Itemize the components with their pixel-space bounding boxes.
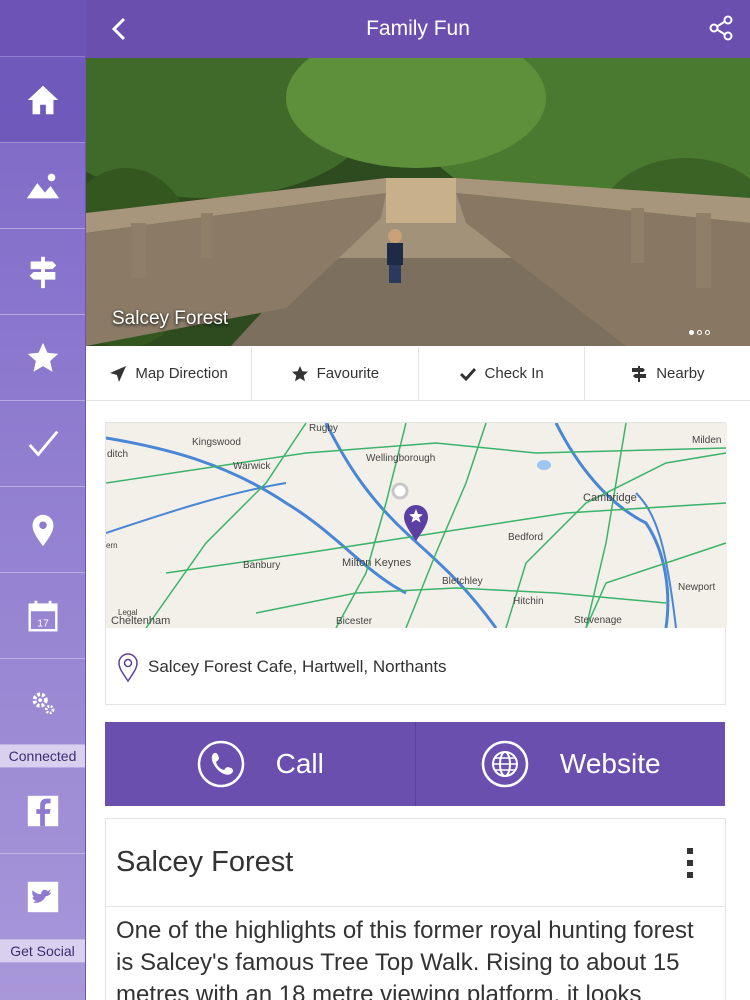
map-label: Cambridge [583,492,637,504]
connected-label: Connected [0,745,85,768]
sidebar-item-facebook[interactable] [0,768,85,854]
sidebar-item-home[interactable] [0,57,85,143]
map-pin-icon [118,653,138,683]
map-label: ern [106,541,118,550]
sidebar-item-checkin[interactable] [0,401,85,487]
sidebar-item-favourites[interactable] [0,315,85,401]
get-social-label: Get Social [0,940,85,963]
phone-icon [197,740,244,788]
map-label: Cheltenham [111,615,171,627]
more-options-icon[interactable] [685,847,695,878]
map-label: Bedford [508,532,544,543]
map-label: Newport [678,582,716,593]
nearby-label: Nearby [656,365,705,382]
signpost-icon [29,256,56,288]
place-title: Salcey Forest [116,846,294,878]
contact-buttons: Call Website [105,722,725,806]
back-icon[interactable] [106,14,134,44]
call-button[interactable]: Call [105,722,416,806]
favourite-button[interactable]: Favourite [252,347,419,400]
home-icon [27,85,58,114]
map-label: Milton Keynes [342,557,412,569]
star-icon [291,365,308,381]
description-card: Salcey Forest One of the highlights of t… [105,818,726,1000]
map-label: Banbury [243,560,281,571]
image-icon [26,173,59,198]
carousel-dot[interactable] [705,330,710,335]
carousel-dot[interactable] [697,330,702,335]
place-description: One of the highlights of this former roy… [116,917,694,1000]
map-label: Wellingborough [366,453,436,464]
map-pin-icon [32,514,53,546]
map-label: ditch [107,449,129,460]
map-label: Bletchley [442,576,483,587]
check-icon [459,367,476,381]
facebook-icon [27,795,58,826]
map-label: Rugby [309,423,338,434]
twitter-icon [27,881,58,912]
app-screen: 17 Connected Get Social Family Fun Salce… [0,0,750,1000]
navigation-arrow-icon [110,365,127,382]
map-label: Warwick [233,461,271,472]
top-bar: Family Fun [86,0,750,58]
map-direction-label: Map Direction [135,365,228,382]
star-icon [27,342,58,372]
calendar-day: 17 [37,618,49,629]
check-icon [28,430,58,457]
signpost-icon [632,365,647,382]
carousel-indicator[interactable] [689,330,710,335]
action-bar: Map Direction Favourite Check In Nearby [86,347,750,401]
share-icon[interactable] [708,15,734,41]
forest-walkway-photo [86,58,750,346]
sidebar-item-location[interactable] [0,487,85,573]
sidebar-item-directions[interactable] [0,229,85,315]
call-label: Call [275,748,324,779]
map-label: Stevenage [574,615,622,626]
location-map[interactable]: Rugby Kingswood Milden ditch Warwick Wel… [106,423,727,628]
map-label: Bicester [336,616,373,627]
sidebar-item-settings[interactable] [0,659,85,745]
map-label: Hitchin [513,596,544,607]
sidebar: 17 Connected Get Social [0,0,86,1000]
hero-caption: Salcey Forest [112,308,229,329]
settings-icon [32,692,54,714]
sidebar-header [0,0,85,57]
sidebar-item-events[interactable]: 17 [0,573,85,659]
map-direction-button[interactable]: Map Direction [86,347,253,400]
sidebar-item-twitter[interactable] [0,854,85,940]
check-in-label: Check In [484,365,544,382]
check-in-button[interactable]: Check In [419,347,585,400]
location-card: Rugby Kingswood Milden ditch Warwick Wel… [105,422,727,706]
website-button[interactable]: Website [416,722,726,806]
nearby-button[interactable]: Nearby [585,347,750,400]
globe-icon [481,740,529,788]
favourite-label: Favourite [316,365,380,382]
calendar-icon: 17 [28,600,57,631]
page-title: Family Fun [366,17,470,40]
website-label: Website [559,748,661,779]
hero-image-carousel[interactable]: Salcey Forest [86,58,750,346]
description-header: Salcey Forest [106,819,725,907]
carousel-dot[interactable] [689,330,694,335]
address-text: Salcey Forest Cafe, Hartwell, Northants [148,657,447,676]
map-label: Kingswood [192,437,241,448]
address-row[interactable]: Salcey Forest Cafe, Hartwell, Northants [106,628,727,706]
map-label: Milden [692,435,722,446]
sidebar-item-gallery[interactable] [0,143,85,229]
